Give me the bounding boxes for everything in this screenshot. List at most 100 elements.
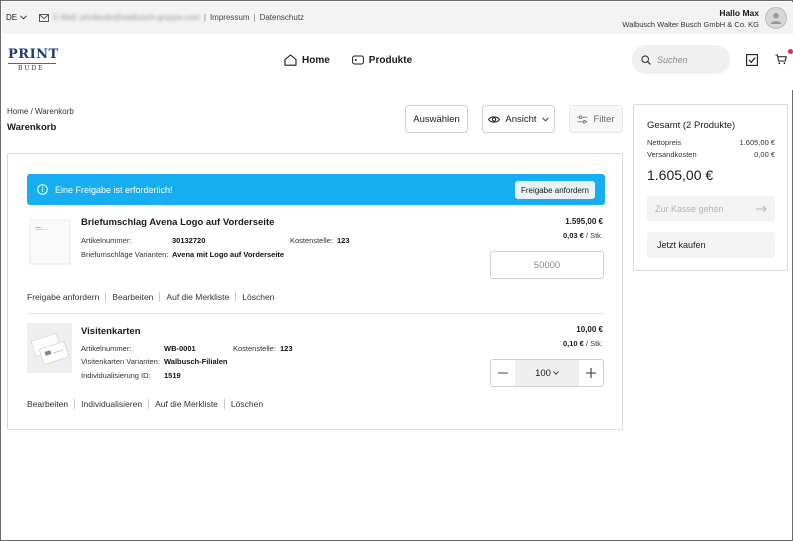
impressum-link[interactable]: Impressum xyxy=(210,13,250,22)
home-icon xyxy=(284,54,297,66)
view-dropdown[interactable]: Ansicht xyxy=(482,105,555,133)
increase-button[interactable] xyxy=(579,360,603,386)
item-cost-value: 123 xyxy=(280,344,293,353)
quantity-select[interactable]: 100 xyxy=(515,360,579,386)
select-button[interactable]: Auswählen xyxy=(405,105,468,133)
summary-title: Gesamt (2 Produkte) xyxy=(647,120,736,131)
quantity-placeholder: 50000 xyxy=(533,259,561,271)
item-cost-value: 123 xyxy=(337,236,350,245)
envelope-thumbnail xyxy=(29,219,71,265)
request-approval-button[interactable]: Freigabe anfordern xyxy=(514,181,595,199)
item-title[interactable]: Visitenkarten xyxy=(81,326,141,337)
checkout-label: Zur Kasse gehen xyxy=(655,204,724,214)
business-cards-thumbnail xyxy=(27,323,72,373)
request-approval-link[interactable]: Freigabe anfordern xyxy=(27,292,105,302)
datenschutz-link[interactable]: Datenschutz xyxy=(260,13,304,22)
user-greeting: Hallo Max Walbusch Walter Busch GmbH & C… xyxy=(622,8,759,29)
request-approval-label: Freigabe anfordern xyxy=(520,185,589,195)
item-article-label: Artikelnummer: xyxy=(81,236,132,245)
filter-button-label: Filter xyxy=(593,113,615,125)
item-article-value: WB-0001 xyxy=(164,344,196,353)
page-title: Warenkorb xyxy=(7,122,57,133)
delete-link[interactable]: Löschen xyxy=(235,292,280,302)
quantity-stepper: 100 xyxy=(490,359,604,387)
app-window: DE E-Mail: printbude@walbusch-gruppe.com… xyxy=(0,0,793,541)
avatar[interactable] xyxy=(765,7,787,29)
email-link[interactable]: E-Mail: printbude@walbusch-gruppe.com xyxy=(53,13,200,22)
main-header: PRINT BUDE Home Produkte Suchen xyxy=(2,34,793,90)
search-input[interactable]: Suchen xyxy=(632,45,730,74)
item-price-unit: 0,10 € / Stk. xyxy=(562,339,603,348)
item-divider xyxy=(27,313,605,314)
tag-icon xyxy=(351,55,364,65)
cart-notification-dot xyxy=(788,49,793,54)
item-actions: Freigabe anfordern Bearbeiten Auf die Me… xyxy=(27,292,280,302)
item-variant-label: Visitenkarten Varianten: xyxy=(81,357,160,366)
cart-icon[interactable] xyxy=(775,54,787,65)
language-selector[interactable]: DE xyxy=(6,13,27,22)
net-price-row: Nettopreis 1.605,00 € xyxy=(647,138,775,147)
filter-button[interactable]: Filter xyxy=(569,105,623,133)
eye-icon xyxy=(488,115,501,123)
nav-home[interactable]: Home xyxy=(284,54,330,66)
item-individualization-label: Individualisierung ID: xyxy=(81,371,151,380)
view-dropdown-label: Ansicht xyxy=(505,113,537,125)
wishlist-link[interactable]: Auf die Merkliste xyxy=(159,292,235,302)
item-article-label: Artikelnummer: xyxy=(81,344,132,353)
checklist-icon[interactable] xyxy=(746,54,758,66)
item-cost-label: Kostenstelle: xyxy=(290,236,333,245)
item-title[interactable]: Briefumschlag Avena Logo auf Vorderseite xyxy=(81,217,274,228)
mail-icon xyxy=(39,13,49,22)
search-icon xyxy=(641,54,651,65)
product-image-envelope xyxy=(27,216,72,266)
total-price: 1.605,00 € xyxy=(647,167,714,183)
buy-now-button[interactable]: Jetzt kaufen xyxy=(647,232,775,258)
delete-link[interactable]: Löschen xyxy=(223,399,269,409)
nav-home-label: Home xyxy=(302,54,330,66)
decrease-button[interactable] xyxy=(491,360,515,386)
contact-bar: E-Mail: printbude@walbusch-gruppe.com | … xyxy=(39,13,304,22)
main-nav: Home Produkte xyxy=(284,54,412,66)
select-button-label: Auswählen xyxy=(413,113,460,125)
item-variant-value: Walbusch-Filialen xyxy=(164,357,228,366)
item-price-total: 10,00 € xyxy=(576,325,603,334)
item-individualization-value: 1519 xyxy=(164,371,181,380)
item-article-value: 30132720 xyxy=(172,236,206,245)
item-price-unit: 0,03 € / Stk. xyxy=(562,231,603,240)
logo-text-bottom: BUDE xyxy=(18,65,45,72)
net-price-label: Nettopreis xyxy=(647,138,682,147)
user-icon xyxy=(770,13,782,24)
arrow-right-icon xyxy=(756,205,767,213)
top-bar: DE E-Mail: printbude@walbusch-gruppe.com… xyxy=(2,2,793,34)
plus-icon xyxy=(586,368,596,378)
item-price-total: 1.595,00 € xyxy=(565,217,603,226)
nav-produkte[interactable]: Produkte xyxy=(351,54,412,66)
company-name: Walbusch Walter Busch GmbH & Co. KG xyxy=(622,20,759,29)
shipping-value: 0,00 € xyxy=(754,150,775,159)
item-variant-label: Briefumschläge Varianten: xyxy=(81,250,169,259)
edit-link[interactable]: Bearbeiten xyxy=(27,399,74,409)
quantity-field[interactable]: 50000 xyxy=(490,251,604,279)
edit-link[interactable]: Bearbeiten xyxy=(105,292,159,302)
item-actions: Bearbeiten Individualisieren Auf die Mer… xyxy=(27,399,269,409)
logo-text-top: PRINT xyxy=(8,47,59,62)
shipping-label: Versandkosten xyxy=(647,150,697,159)
info-icon xyxy=(37,184,48,195)
logo[interactable]: PRINT BUDE xyxy=(8,48,58,76)
net-price-value: 1.605,00 € xyxy=(739,138,775,147)
individualize-link[interactable]: Individualisieren xyxy=(74,399,148,409)
wishlist-link[interactable]: Auf die Merkliste xyxy=(148,399,224,409)
chevron-down-icon xyxy=(541,116,549,122)
item-variant-value: Avena mit Logo auf Vorderseite xyxy=(172,250,285,259)
item-cost-label: Kostenstelle: xyxy=(233,344,276,353)
approval-alert: Eine Freigabe ist erforderlich! Freigabe… xyxy=(27,174,605,205)
product-image-business-cards xyxy=(27,323,72,373)
sliders-icon xyxy=(577,114,588,124)
alert-text: Eine Freigabe ist erforderlich! xyxy=(55,184,173,195)
shipping-row: Versandkosten 0,00 € xyxy=(647,150,775,159)
greeting-text: Hallo Max xyxy=(719,8,759,18)
checkout-button[interactable]: Zur Kasse gehen xyxy=(647,196,775,222)
order-summary: Gesamt (2 Produkte) Nettopreis 1.605,00 … xyxy=(633,104,788,271)
language-label: DE xyxy=(6,13,18,22)
buy-now-label: Jetzt kaufen xyxy=(657,240,706,250)
